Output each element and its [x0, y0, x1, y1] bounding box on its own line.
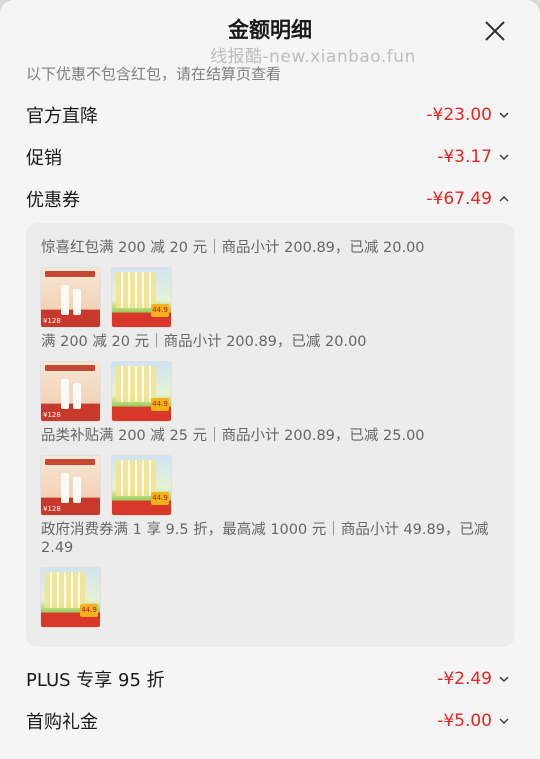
- row-label: 首购礼金: [26, 712, 98, 733]
- chevron-down-icon: [498, 151, 510, 163]
- row-plus-discount[interactable]: PLUS 专享 95 折 -¥2.49: [26, 664, 510, 694]
- row-amount: -¥23.00: [426, 105, 492, 125]
- coupon-detail-panel: 惊喜红包满 200 减 20 元｜商品小计 200.89，已减 20.00 ¥1…: [26, 223, 515, 647]
- chevron-down-icon: [498, 715, 510, 727]
- row-label: 促销: [26, 148, 62, 169]
- chevron-down-icon: [498, 673, 510, 685]
- row-label: PLUS 专享 95 折: [26, 670, 165, 691]
- chevron-down-icon: [498, 109, 510, 121]
- coupon-products: 44.9: [40, 567, 101, 628]
- row-label: 官方直降: [26, 106, 98, 127]
- sheet-title: 金额明细: [228, 18, 312, 42]
- tissue-pack-product-icon[interactable]: 44.9: [111, 361, 172, 422]
- close-icon: [485, 21, 505, 41]
- row-first-purchase-gift[interactable]: 首购礼金 -¥5.00: [26, 706, 510, 736]
- row-coupon[interactable]: 优惠券 -¥67.49: [26, 184, 510, 214]
- row-promotion[interactable]: 促销 -¥3.17: [26, 142, 510, 172]
- close-button[interactable]: [484, 20, 506, 42]
- sunscreen-product-icon[interactable]: ¥128: [40, 361, 101, 422]
- row-amount: -¥67.49: [426, 189, 492, 209]
- tissue-pack-product-icon[interactable]: 44.9: [111, 455, 172, 516]
- coupon-products: ¥128 44.9: [40, 361, 172, 422]
- coupon-line: 满 200 减 20 元｜商品小计 200.89，已减 20.00: [41, 334, 367, 350]
- coupon-products: ¥128 44.9: [40, 455, 172, 516]
- row-amount: -¥3.17: [437, 147, 492, 167]
- row-amount: -¥2.49: [437, 669, 492, 689]
- coupon-products: ¥128 44.9: [40, 267, 172, 328]
- tissue-pack-product-icon[interactable]: 44.9: [111, 267, 172, 328]
- sunscreen-product-icon[interactable]: ¥128: [40, 455, 101, 516]
- amount-detail-sheet: 金额明细 线报酷-new.xianbao.fun 以下优惠不包含红包，请在结算页…: [0, 0, 540, 759]
- row-label: 优惠券: [26, 190, 80, 211]
- tissue-pack-product-icon[interactable]: 44.9: [40, 567, 101, 628]
- coupon-line: 政府消费券满 1 享 9.5 折，最高减 1000 元｜商品小计 49.89，已…: [41, 522, 489, 538]
- chevron-up-icon: [498, 193, 510, 205]
- coupon-line: 品类补贴满 200 减 25 元｜商品小计 200.89，已减 25.00: [41, 428, 425, 444]
- row-official-discount[interactable]: 官方直降 -¥23.00: [26, 100, 510, 130]
- row-amount: -¥5.00: [437, 711, 492, 731]
- sheet-header: 金额明细 线报酷-new.xianbao.fun: [0, 0, 540, 67]
- coupon-line-cont: 2.49: [41, 540, 74, 556]
- redpacket-note: 以下优惠不包含红包，请在结算页查看: [26, 65, 282, 83]
- sunscreen-product-icon[interactable]: ¥128: [40, 267, 101, 328]
- coupon-line: 惊喜红包满 200 减 20 元｜商品小计 200.89，已减 20.00: [41, 240, 425, 256]
